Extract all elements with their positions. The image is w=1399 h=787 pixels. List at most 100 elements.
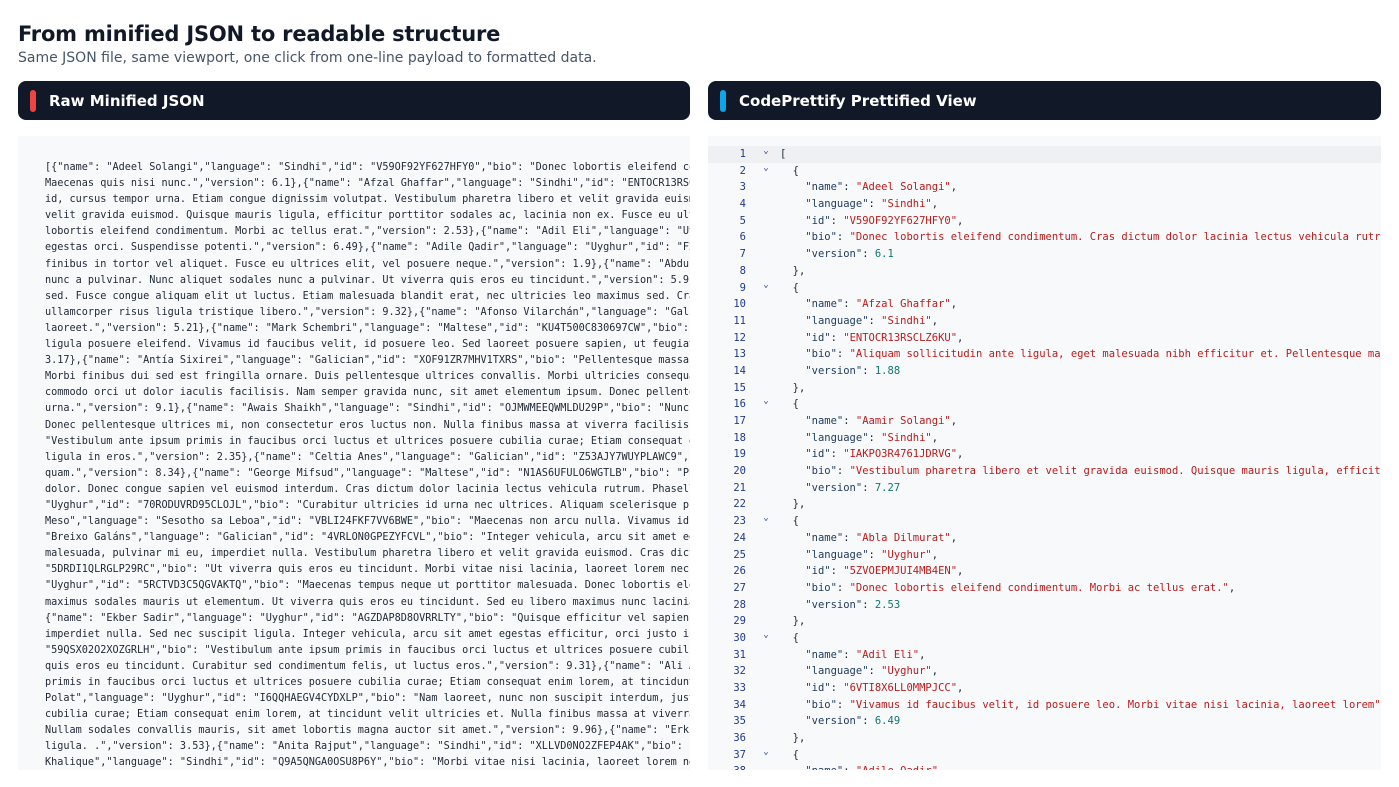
raw-json-line: "59QSX02O2XOZGRLH","bio": "Vestibulum an… <box>45 644 690 656</box>
line-number: 27 <box>733 581 746 594</box>
line-number: 37 <box>733 748 746 761</box>
line-number: 14 <box>733 364 746 377</box>
fold-toggle-icon[interactable]: ⌄ <box>761 143 771 160</box>
line-number: 29 <box>733 615 746 628</box>
code-text: "language": "Uyghur", <box>805 665 939 678</box>
code-text: "name": "Adile Qadir" <box>780 763 938 770</box>
code-text: "id": "IAKPO3R4761JDRVG", <box>805 448 964 461</box>
raw-json-text[interactable]: [{"name": "Adeel Solangi","language": "S… <box>45 160 690 770</box>
raw-json-line: quam.","version": 8.34},{"name": "George… <box>45 467 690 479</box>
raw-json-viewer[interactable]: [{"name": "Adeel Solangi","language": "S… <box>18 136 690 770</box>
fold-toggle-icon[interactable]: ⌄ <box>761 277 771 294</box>
code-text: "version": 1.88 <box>805 364 901 377</box>
code-line: 11 "language": "Sindhi", <box>708 313 1381 330</box>
raw-json-line: lobortis eleifend condimentum. Morbi ac … <box>45 226 690 238</box>
fold-toggle-icon[interactable]: ⌄ <box>761 627 771 644</box>
code-line: 37 ⌄ { <box>708 747 1381 764</box>
code-line: 17 "name": "Aamir Solangi", <box>708 413 1381 430</box>
raw-json-line: malesuada, pulvinar mi eu, imperdiet nul… <box>45 548 690 560</box>
line-number: 18 <box>733 431 746 444</box>
code-text: [ <box>780 148 787 160</box>
code-line: 27 "bio": "Donec lobortis eleifend condi… <box>708 580 1381 597</box>
code-text: "bio": "Donec lobortis eleifend condimen… <box>805 581 1236 594</box>
code-text: { <box>780 748 799 761</box>
code-line: 25 "language": "Uyghur", <box>708 547 1381 564</box>
raw-json-line: commodo orci ut dolor iaculis facilisis.… <box>45 387 690 399</box>
code-line: 35 "version": 6.49 <box>708 713 1381 730</box>
raw-json-line: Nullam sodales convallis mauris, sit ame… <box>45 725 690 737</box>
line-number: 31 <box>733 648 746 661</box>
line-number: 36 <box>733 732 746 745</box>
raw-json-line: maximus sodales mauris ut elementum. Ut … <box>45 596 690 608</box>
line-number: 7 <box>739 248 746 261</box>
code-line: 10 "name": "Afzal Ghaffar", <box>708 296 1381 313</box>
raw-json-line: sed. Fusce congue aliquam elit ut luctus… <box>45 290 690 302</box>
line-number: 21 <box>733 481 746 494</box>
fold-toggle-icon[interactable]: ⌄ <box>761 393 771 410</box>
line-number: 24 <box>733 531 746 544</box>
line-number: 12 <box>733 331 746 344</box>
raw-json-line: Donec pellentesque ultrices mi, non cons… <box>45 419 690 431</box>
code-text: "id": "6VTI8X6LL0MMPJCC", <box>805 682 964 694</box>
code-line: 20 "bio": "Vestibulum pharetra libero et… <box>708 463 1381 480</box>
raw-json-line: nunc a pulvinar. Nunc aliquet sodales nu… <box>45 274 690 286</box>
code-text: "version": 2.53 <box>805 598 901 611</box>
code-text: "bio": "Aliquam sollicitudin ante ligula… <box>805 348 1381 361</box>
code-text: "language": "Sindhi", <box>805 198 939 211</box>
code-text: }, <box>780 615 806 628</box>
code-text: { <box>780 631 799 644</box>
code-line: 15 }, <box>708 380 1381 397</box>
raw-json-line: ligula. .","version": 3.53},{"name": "An… <box>45 741 690 753</box>
page: From minified JSON to readable structure… <box>0 0 1399 787</box>
line-number: 13 <box>733 348 746 361</box>
line-number: 33 <box>733 682 746 694</box>
code-text: "version": 6.49 <box>805 715 901 728</box>
code-line: 4 "language": "Sindhi", <box>708 196 1381 213</box>
line-number: 19 <box>733 448 746 461</box>
raw-json-line: "5DRDI1QLRGLP29RC","bio": "Ut viverra qu… <box>45 564 690 576</box>
code-text: }, <box>780 498 806 511</box>
code-line: 21 "version": 7.27 <box>708 480 1381 497</box>
raw-json-panel-header: Raw Minified JSON <box>18 81 690 120</box>
fold-toggle-icon[interactable]: ⌄ <box>761 160 771 177</box>
code-line: 36 }, <box>708 730 1381 747</box>
line-number: 16 <box>733 398 746 411</box>
line-number: 4 <box>739 198 746 211</box>
code-line: 8 }, <box>708 263 1381 280</box>
code-text: }, <box>780 264 806 277</box>
line-number: 28 <box>733 598 746 611</box>
prettified-code-viewer[interactable]: 1 ⌄[2 ⌄ {3 "name": "Adeel Solangi", 4 "lang… <box>708 136 1381 770</box>
raw-json-line: {"name": "Ekber Sadir","language": "Uygh… <box>45 612 690 624</box>
code-line: 33 "id": "6VTI8X6LL0MMPJCC", <box>708 680 1381 697</box>
code-line: 1 ⌄ [ <box>708 146 1381 163</box>
code-text: "name": "Adeel Solangi", <box>805 181 958 194</box>
raw-json-line: "Uyghur","id": "5RCTVD3C5QGVAKTQ","bio":… <box>45 580 690 592</box>
code-text: "name": "Adil Eli", <box>805 648 926 661</box>
code-line: 22 }, <box>708 496 1381 513</box>
line-number: 9 <box>739 281 746 294</box>
code-line: 28 "version": 2.53 <box>708 597 1381 614</box>
code-line: 2 ⌄ { <box>708 163 1381 180</box>
code-line: 19 "id": "IAKPO3R4761JDRVG", <box>708 446 1381 463</box>
line-number: 6 <box>739 231 746 244</box>
line-number: 15 <box>733 381 746 394</box>
line-number: 17 <box>733 415 746 427</box>
code-text: "bio": "Vivamus id faucibus velit, id po… <box>805 698 1381 711</box>
raw-json-line: 3.17},{"name": "Antía Sixirei","language… <box>45 355 690 367</box>
code-text: "language": "Sindhi", <box>805 431 939 444</box>
code-line: 9 ⌄ { <box>708 280 1381 297</box>
code-line: 32 "language": "Uyghur", <box>708 663 1381 680</box>
code-line: 18 "language": "Sindhi", <box>708 430 1381 447</box>
code-text: { <box>780 398 799 411</box>
code-line: 12 "id": "ENTOCR13RSCLZ6KU", <box>708 330 1381 347</box>
raw-json-line: Maecenas quis nisi nunc.","version": 6.1… <box>45 178 690 190</box>
code-line: 29 }, <box>708 613 1381 630</box>
code-line: 31 "name": "Adil Eli", <box>708 647 1381 664</box>
raw-json-line: "Uyghur","id": "70RODUVRD95CLOJL","bio":… <box>45 499 690 511</box>
fold-toggle-icon[interactable]: ⌄ <box>761 510 771 527</box>
line-number: 32 <box>733 665 746 678</box>
page-subtitle: Same JSON file, same viewport, one click… <box>18 50 597 66</box>
line-number: 20 <box>733 465 746 478</box>
fold-toggle-icon[interactable]: ⌄ <box>761 744 771 761</box>
raw-json-line: finibus in tortor vel aliquet. Fusce eu … <box>45 258 690 270</box>
